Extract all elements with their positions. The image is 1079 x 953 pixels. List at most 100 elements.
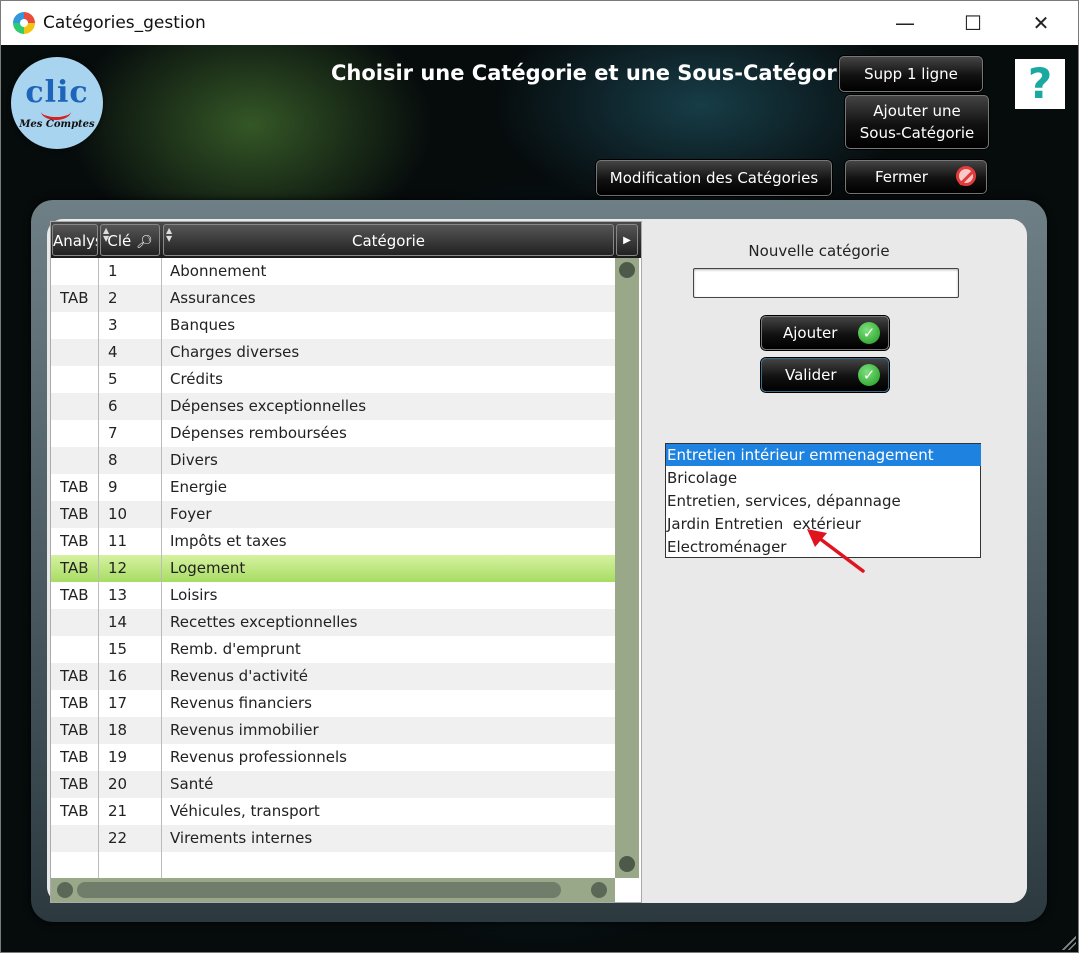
minimize-button[interactable]: — (871, 1, 939, 45)
cell-cle: 22 (108, 829, 128, 847)
add-subcategory-button[interactable]: Ajouter une Sous-Catégorie (845, 95, 989, 149)
cell-cle: 1 (108, 262, 118, 280)
table-row[interactable]: 6 Dépenses exceptionnelles (51, 393, 615, 420)
sort-icon: ▲ ▼ (166, 226, 173, 243)
cell-cle: 5 (108, 370, 118, 388)
resize-grip-icon[interactable] (1062, 936, 1076, 950)
table-row[interactable]: 5 Crédits (51, 366, 615, 393)
table-row[interactable]: 8 Divers (51, 447, 615, 474)
stop-icon (956, 166, 976, 186)
table-row[interactable]: 14 Recettes exceptionnelles (51, 609, 615, 636)
cell-categorie: Dépenses remboursées (170, 424, 347, 442)
table-row[interactable]: TAB 2 Assurances (51, 285, 615, 312)
modify-categories-label: Modification des Catégories (609, 169, 819, 187)
cell-categorie: Revenus financiers (170, 694, 312, 712)
scroll-right-handle[interactable] (591, 882, 607, 898)
column-label-cle: Clé (107, 232, 132, 250)
fermer-button[interactable]: Fermer (845, 160, 987, 194)
logo-subtitle: Mes Comptes (19, 119, 95, 130)
supp-ligne-button[interactable]: Supp 1 ligne (839, 56, 983, 92)
table-row[interactable]: TAB 13 Loisirs (51, 582, 615, 609)
list-item[interactable]: Entretien intérieur emmenagement (666, 444, 981, 466)
column-header-analyse[interactable]: Analyse (52, 224, 98, 256)
column-label-analyse: Analyse (53, 232, 97, 250)
horizontal-scroll-thumb[interactable] (77, 882, 561, 898)
table-row[interactable]: TAB 16 Revenus d'activité (51, 663, 615, 690)
category-table: Analyse ▲▼ Clé 🔎︎ ▲▼ Catégorie ▶ 1 Abonne… (50, 221, 642, 903)
ajouter-button[interactable]: Ajouter ✓ (761, 316, 889, 350)
table-row[interactable]: 3 Banques (51, 312, 615, 339)
search-icon[interactable]: 🔎︎ (136, 235, 153, 250)
modify-categories-button[interactable]: Modification des Catégories (596, 160, 832, 196)
column-divider (98, 258, 99, 878)
cell-analyse: TAB (60, 721, 89, 739)
column-header-cle[interactable]: ▲ ▼ Clé 🔎︎ (100, 224, 160, 256)
add-subcategory-label-2: Sous-Catégorie (859, 124, 975, 142)
cell-analyse: TAB (60, 532, 89, 550)
cell-cle: 18 (108, 721, 128, 739)
table-row[interactable]: TAB 17 Revenus financiers (51, 690, 615, 717)
cell-analyse: TAB (60, 775, 89, 793)
list-item[interactable]: Bricolage (666, 467, 981, 489)
app-icon (13, 12, 35, 34)
cell-analyse: TAB (60, 586, 89, 604)
scroll-left-handle[interactable] (57, 882, 73, 898)
cell-analyse: TAB (60, 802, 89, 820)
scroll-up-handle[interactable] (619, 262, 635, 278)
cell-categorie: Charges diverses (170, 343, 300, 361)
sort-icon: ▲ ▼ (103, 226, 110, 243)
vertical-scrollbar[interactable] (615, 258, 639, 878)
annotation-arrow-icon (807, 529, 865, 573)
list-item[interactable]: Entretien, services, dépannage (666, 490, 981, 512)
close-window-button[interactable]: ✕ (1007, 1, 1075, 45)
cell-analyse: TAB (60, 748, 89, 766)
table-row[interactable]: TAB 11 Impôts et taxes (51, 528, 615, 555)
column-divider (161, 258, 162, 878)
new-category-label: Nouvelle catégorie (748, 242, 890, 260)
cell-analyse: TAB (60, 505, 89, 523)
cell-cle: 11 (108, 532, 128, 550)
table-row[interactable]: TAB 21 Véhicules, transport (51, 798, 615, 825)
logo-smile-icon (41, 103, 71, 120)
cell-cle: 17 (108, 694, 128, 712)
table-row[interactable]: 22 Virements internes (51, 825, 615, 852)
table-row[interactable]: 7 Dépenses remboursées (51, 420, 615, 447)
client-area: clic Mes Comptes Choisir une Catégorie e… (1, 45, 1078, 952)
page-title: Choisir une Catégorie et une Sous-Catégo… (331, 61, 859, 85)
cell-categorie: Remb. d'emprunt (170, 640, 301, 658)
horizontal-scrollbar[interactable] (51, 878, 615, 902)
cell-analyse: TAB (60, 667, 89, 685)
add-subcategory-label-1: Ajouter une (873, 102, 961, 120)
help-icon[interactable]: ? (1015, 59, 1065, 109)
scroll-down-handle[interactable] (619, 856, 635, 872)
cell-categorie: Revenus immobilier (170, 721, 319, 739)
table-row[interactable]: TAB 9 Energie (51, 474, 615, 501)
cell-cle: 16 (108, 667, 128, 685)
table-row[interactable]: TAB 20 Santé (51, 771, 615, 798)
cell-categorie: Banques (170, 316, 236, 334)
cell-cle: 6 (108, 397, 118, 415)
cell-cle: 14 (108, 613, 128, 631)
cell-categorie: Abonnement (170, 262, 267, 280)
check-icon: ✓ (858, 364, 880, 386)
cell-cle: 4 (108, 343, 118, 361)
table-row[interactable]: 15 Remb. d'emprunt (51, 636, 615, 663)
table-row[interactable]: TAB 19 Revenus professionnels (51, 744, 615, 771)
valider-button[interactable]: Valider ✓ (761, 358, 889, 392)
maximize-button[interactable]: ☐ (939, 1, 1007, 45)
table-row[interactable]: 4 Charges diverses (51, 339, 615, 366)
cell-categorie: Divers (170, 451, 218, 469)
cell-cle: 20 (108, 775, 128, 793)
table-row[interactable]: 1 Abonnement (51, 258, 615, 285)
table-row[interactable]: TAB 18 Revenus immobilier (51, 717, 615, 744)
cell-categorie: Energie (170, 478, 228, 496)
cell-categorie: Dépenses exceptionnelles (170, 397, 367, 415)
column-header-categorie[interactable]: ▲ ▼ Catégorie (163, 224, 614, 256)
cell-categorie: Revenus professionnels (170, 748, 347, 766)
cell-analyse: TAB (60, 559, 89, 577)
column-menu-icon[interactable]: ▶ (616, 224, 638, 256)
new-category-input[interactable] (693, 268, 959, 298)
table-row[interactable]: TAB 10 Foyer (51, 501, 615, 528)
table-row[interactable]: TAB 12 Logement (51, 555, 615, 582)
cell-analyse: TAB (60, 478, 89, 496)
